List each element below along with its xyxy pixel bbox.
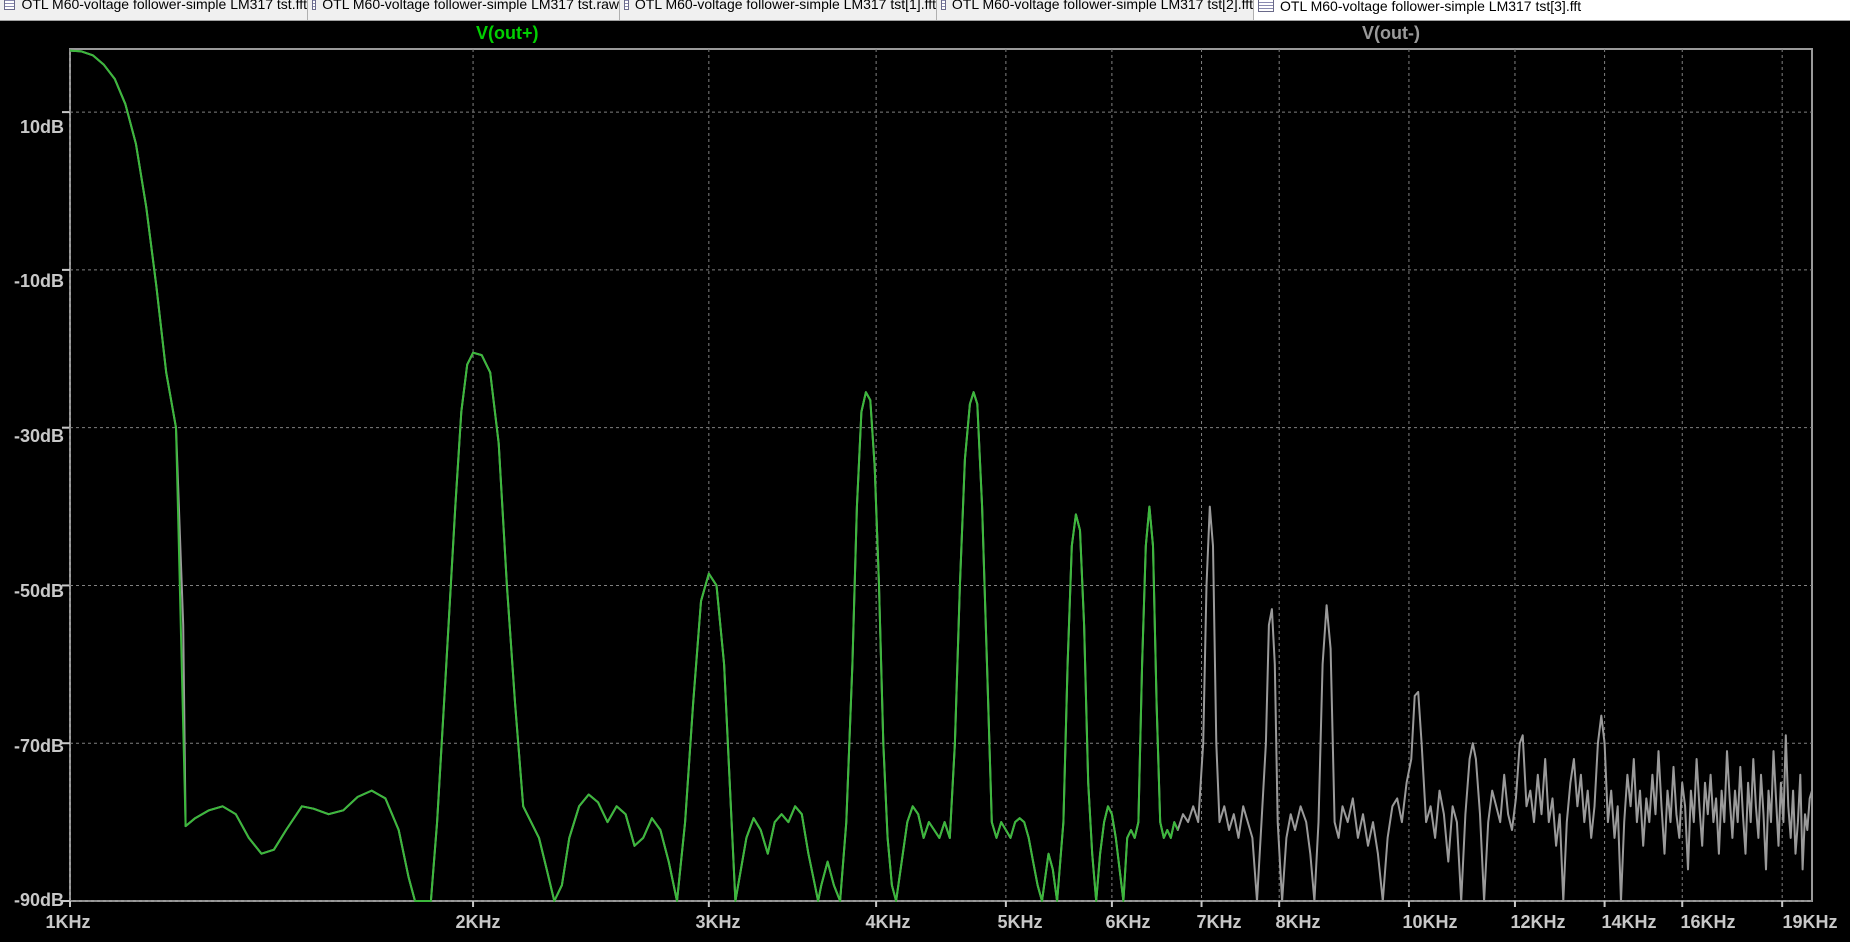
document-tab-bar: OTL M60-voltage follower-simple LM317 ts… (0, 0, 1850, 21)
waveform-file-icon (1258, 0, 1274, 12)
waveform-file-icon (624, 0, 629, 10)
tab-fft-3[interactable]: OTL M60-voltage follower-simple LM317 ts… (1254, 0, 1850, 20)
waveform-file-icon (4, 0, 16, 10)
tab-raw[interactable]: OTL M60-voltage follower-simple LM317 ts… (308, 0, 620, 20)
tab-label: OTL M60-voltage follower-simple LM317 ts… (21, 0, 307, 12)
tab-label: OTL M60-voltage follower-simple LM317 ts… (951, 0, 1253, 12)
tab-fft-2[interactable]: OTL M60-voltage follower-simple LM317 ts… (937, 0, 1254, 20)
waveform-file-icon (312, 0, 317, 10)
tab-label: OTL M60-voltage follower-simple LM317 ts… (1280, 0, 1582, 14)
tab-fft[interactable]: OTL M60-voltage follower-simple LM317 ts… (0, 0, 308, 20)
tab-label: OTL M60-voltage follower-simple LM317 ts… (634, 0, 936, 12)
plot-frame (69, 48, 1813, 902)
spectrum-chart[interactable] (0, 21, 1850, 942)
trace-vout-plus (69, 49, 1179, 902)
tab-label: OTL M60-voltage follower-simple LM317 ts… (322, 0, 619, 12)
trace-vout-minus (69, 49, 1813, 902)
waveform-file-icon (941, 0, 946, 10)
tab-fft-1[interactable]: OTL M60-voltage follower-simple LM317 ts… (620, 0, 937, 20)
waveform-plot-pane[interactable]: V(out+) V(out-) 10dB -10dB -30dB -50dB -… (0, 21, 1850, 942)
